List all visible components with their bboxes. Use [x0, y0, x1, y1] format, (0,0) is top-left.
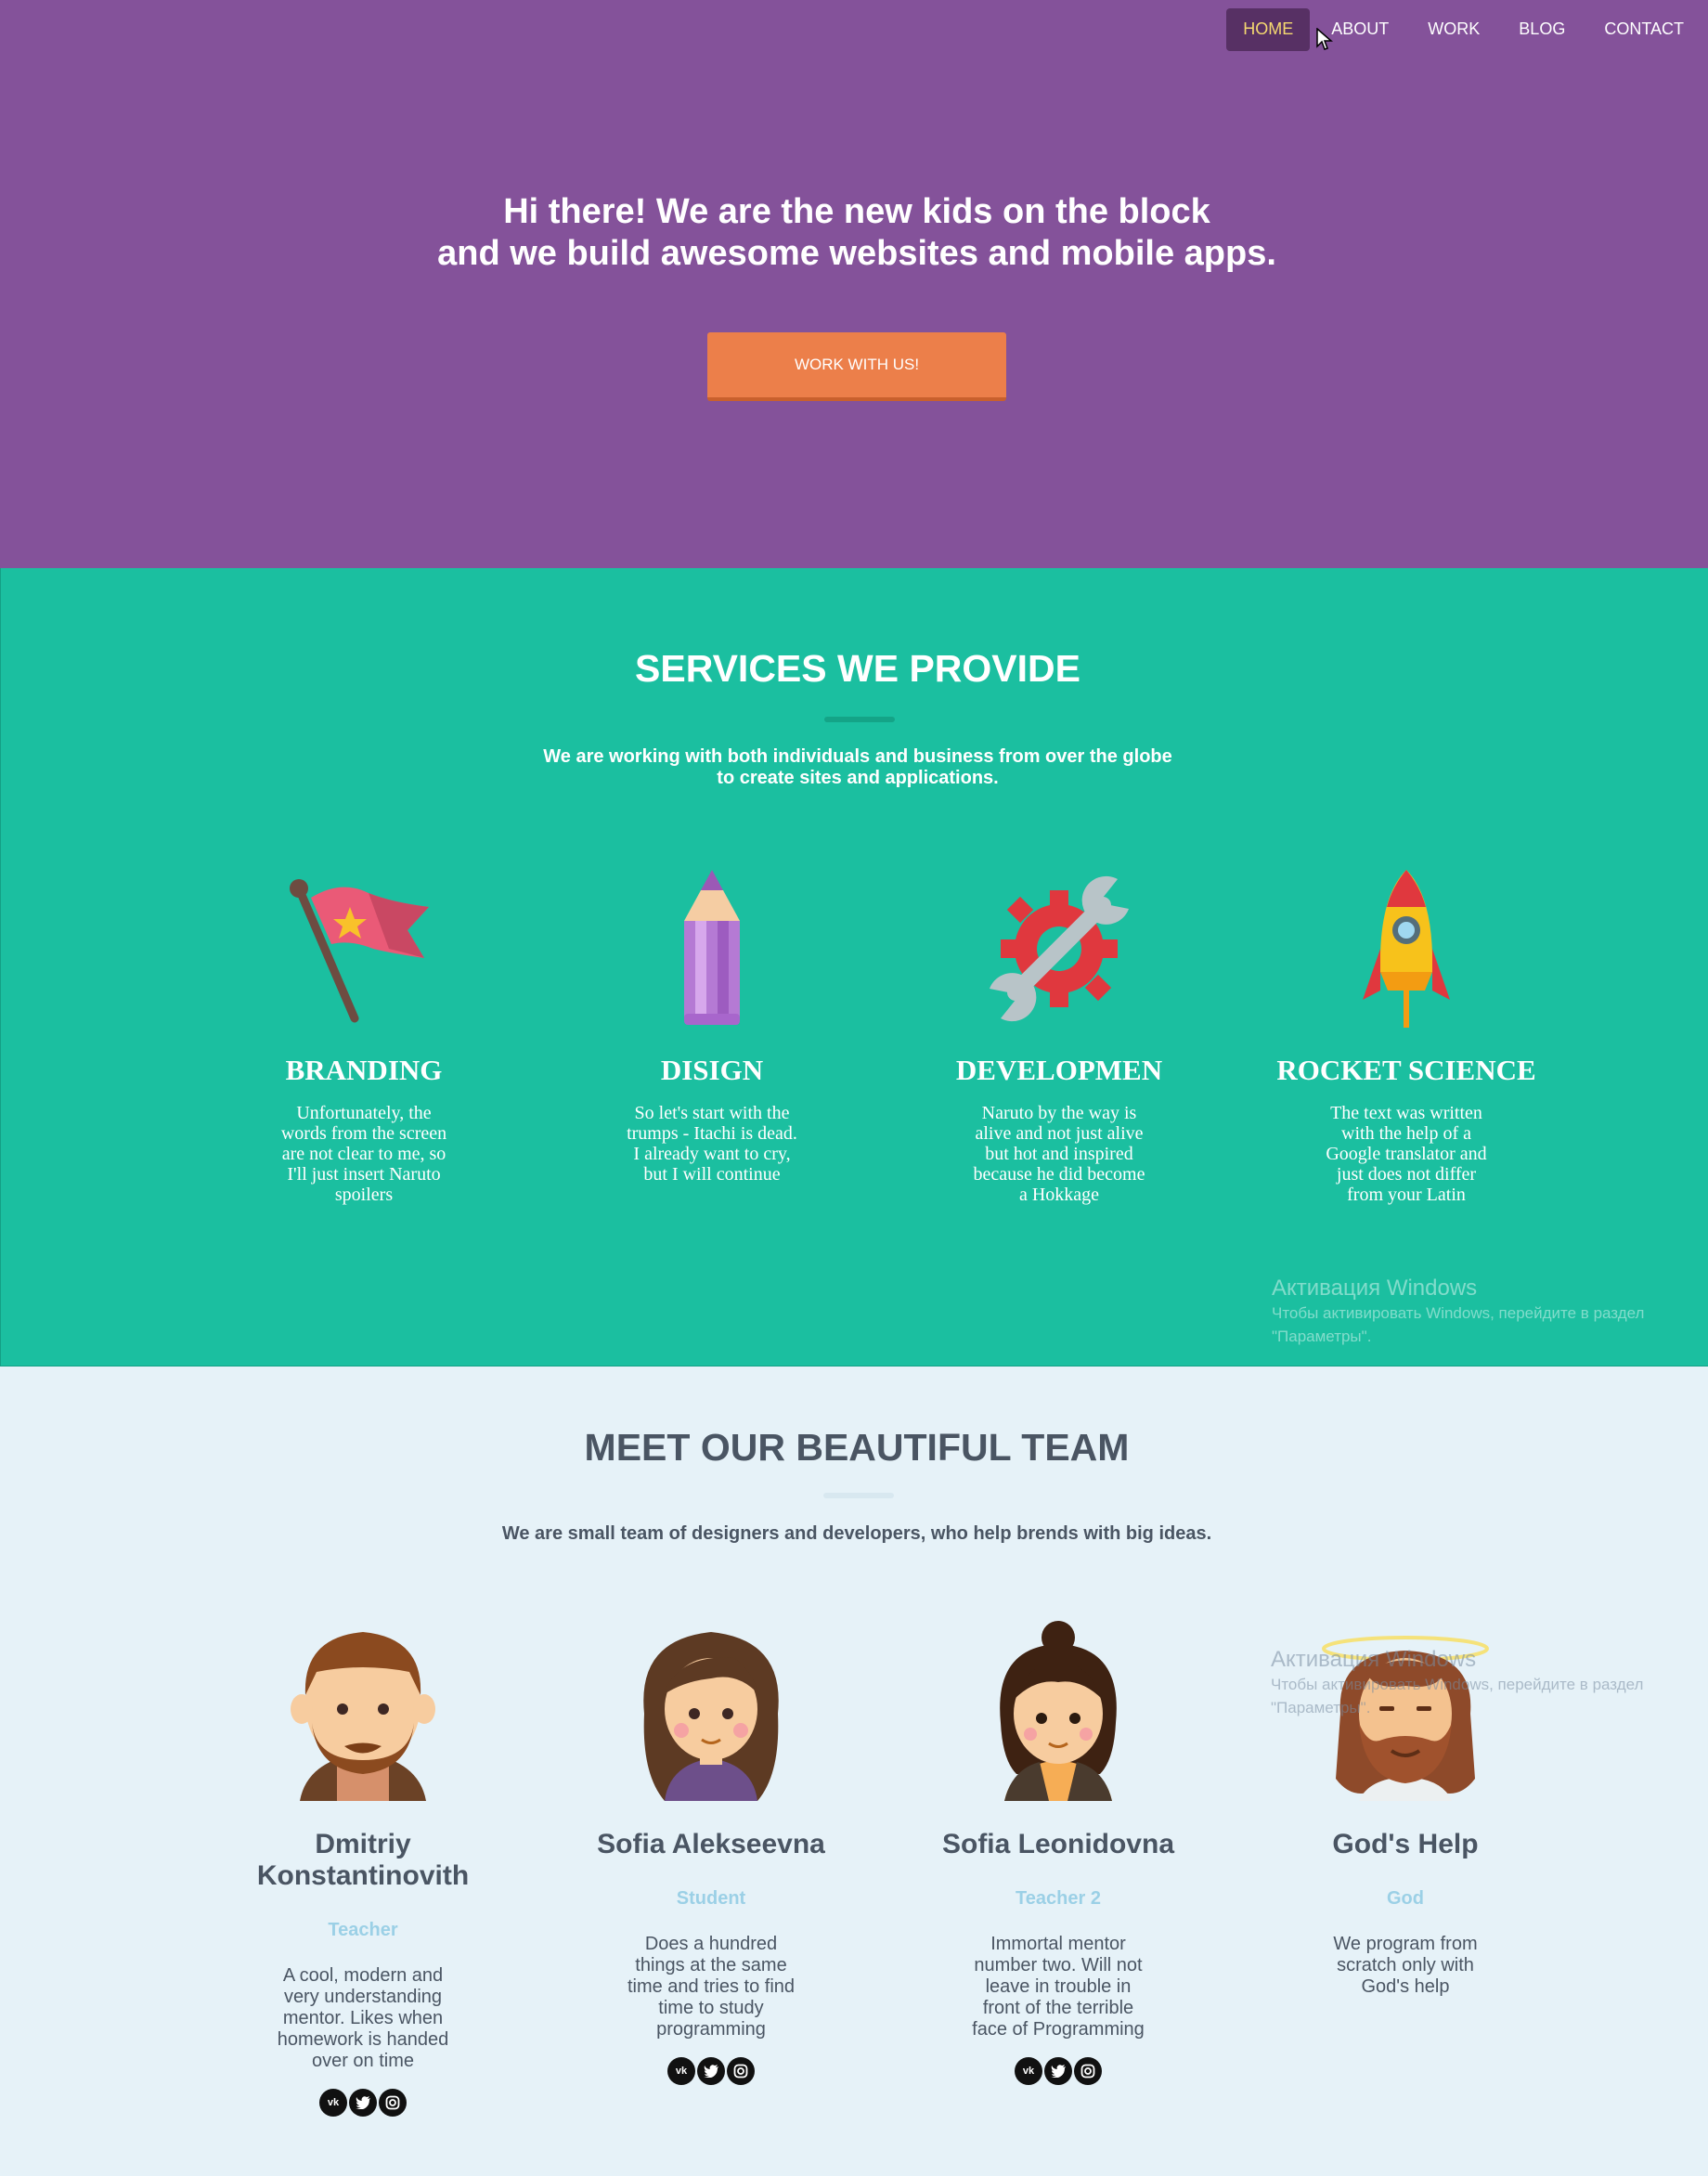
service-design: DISIGN So let's start with the trumps - … [573, 870, 851, 1185]
nav-contact[interactable]: CONTACT [1586, 8, 1702, 51]
instagram-icon[interactable] [1074, 2057, 1102, 2085]
vk-icon[interactable]: vk [1015, 2057, 1042, 2085]
member-name: God's Help [1332, 1829, 1479, 1859]
main-nav: HOME ABOUT WORK BLOG CONTACT [1226, 8, 1702, 51]
mouse-cursor-icon [1316, 28, 1333, 50]
member-socials: vk [224, 2089, 502, 2117]
service-title: ROCKET SCIENCE [1276, 1054, 1536, 1086]
member-bio: Does a hundred things at the same time a… [627, 1934, 796, 2040]
team-member-sofia-leonidovna: Sofia Leonidovna Teacher 2 Immortal ment… [919, 1621, 1197, 2085]
services-subtitle: We are working with both individuals and… [1, 746, 1708, 789]
vk-icon[interactable]: vk [319, 2089, 347, 2117]
watermark-title: Активация Windows [1272, 1276, 1478, 1301]
team-subtitle: We are small team of designers and devel… [501, 1523, 1212, 1544]
services-subtitle-line1: We are working with both individuals and… [543, 746, 1172, 767]
services-section: SERVICES WE PROVIDE We are working with … [0, 568, 1708, 1366]
member-socials: vk [572, 2057, 850, 2085]
services-divider [824, 717, 895, 722]
member-bio: Immortal mentor number two. Will not lea… [972, 1934, 1145, 2040]
member-role: Student [676, 1888, 746, 1909]
member-socials: vk [919, 2057, 1197, 2085]
watermark-title: Активация Windows [1271, 1647, 1477, 1672]
team-title: MEET OUR BEAUTIFUL TEAM [584, 1426, 1130, 1469]
avatar [291, 1632, 435, 1801]
windows-activation-watermark-bottom: Активация Windows Чтобы активировать Win… [1271, 1647, 1689, 1719]
service-title: DISIGN [660, 1054, 764, 1086]
member-name: Sofia Leonidovna [941, 1829, 1175, 1859]
service-title: DEVELOPMEN [955, 1054, 1163, 1086]
service-text: Naruto by the way is alive and not just … [973, 1103, 1145, 1205]
hero-section: HOME ABOUT WORK BLOG CONTACT Hi there! W… [0, 0, 1708, 568]
nav-home[interactable]: HOME [1226, 8, 1311, 51]
service-development: DEVELOPMEN Naruto by the way is alive an… [920, 870, 1198, 1205]
avatar [643, 1632, 779, 1801]
twitter-icon[interactable] [349, 2089, 377, 2117]
watermark-text: Чтобы активировать Windows, перейдите в … [1271, 1676, 1644, 1716]
service-text: The text was written with the help of a … [1326, 1103, 1487, 1205]
member-role: Teacher 2 [1016, 1888, 1101, 1909]
nav-blog[interactable]: BLOG [1501, 8, 1583, 51]
vk-icon[interactable]: vk [667, 2057, 695, 2085]
flag-icon [290, 879, 429, 1023]
hero-title: Hi there! We are the new kids on the blo… [0, 191, 1708, 275]
service-title: BRANDING [285, 1054, 443, 1086]
watermark-text: Чтобы активировать Windows, перейдите в … [1272, 1304, 1645, 1345]
service-rocket-science: ROCKET SCIENCE The text was written with… [1267, 870, 1546, 1205]
service-branding: BRANDING Unfortunately, the words from t… [225, 870, 503, 1205]
service-text: Unfortunately, the words from the screen… [280, 1103, 447, 1205]
member-bio: We program from scratch only with God's … [1333, 1934, 1478, 1997]
member-name: Sofia Alekseevna [597, 1829, 825, 1859]
twitter-icon[interactable] [697, 2057, 725, 2085]
hero-title-line1: Hi there! We are the new kids on the blo… [503, 192, 1210, 231]
twitter-icon[interactable] [1044, 2057, 1072, 2085]
team-divider [823, 1493, 894, 1498]
service-text: So let's start with the trumps - Itachi … [627, 1103, 797, 1185]
hero-title-line2: and we build awesome websites and mobile… [437, 234, 1276, 273]
instagram-icon[interactable] [727, 2057, 755, 2085]
member-name: Dmitriy Konstantinovith [256, 1829, 470, 1891]
instagram-icon[interactable] [379, 2089, 407, 2117]
member-role: God [1387, 1888, 1424, 1909]
rocket-icon [1363, 870, 1450, 1028]
member-bio: A cool, modern and very understanding me… [277, 1965, 449, 2071]
pencil-icon [684, 870, 740, 1025]
work-with-us-button[interactable]: WORK WITH US! [707, 332, 1006, 401]
services-title: SERVICES WE PROVIDE [635, 647, 1080, 690]
nav-work[interactable]: WORK [1410, 8, 1497, 51]
team-member-sofia-alekseevna: Sofia Alekseevna Student Does a hundred … [572, 1621, 850, 2085]
team-member-dmitriy: Dmitriy Konstantinovith Teacher A cool, … [224, 1621, 502, 2117]
member-role: Teacher [328, 1920, 398, 1940]
avatar [1000, 1621, 1117, 1801]
team-section: MEET OUR BEAUTIFUL TEAM We are small tea… [0, 1366, 1708, 2176]
gear-wrench-icon [990, 875, 1129, 1022]
windows-activation-watermark: Активация Windows Чтобы активировать Win… [1272, 1276, 1689, 1348]
services-subtitle-line2: to create sites and applications. [717, 768, 999, 788]
